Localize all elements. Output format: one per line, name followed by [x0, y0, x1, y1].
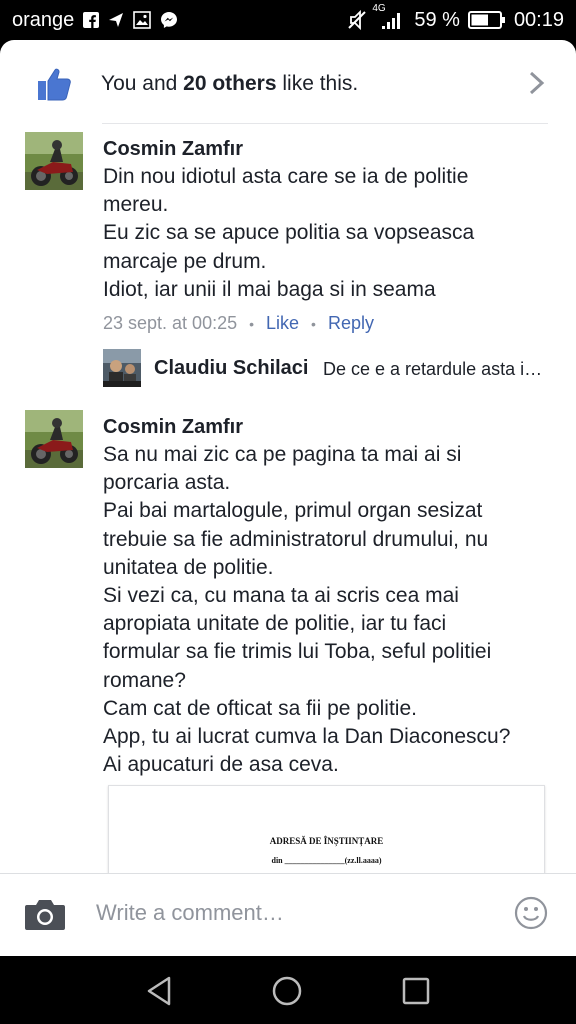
- battery-icon: [467, 10, 506, 30]
- navigation-bar: [0, 956, 576, 1024]
- comment-author[interactable]: Cosmin Zamfır: [103, 416, 243, 439]
- reply-preview[interactable]: Claudiu Schilaci De ce e a retardule ast…: [103, 349, 553, 389]
- camera-icon[interactable]: [24, 896, 66, 937]
- mute-icon: [346, 9, 368, 31]
- battery-percent: 59 %: [414, 8, 460, 31]
- likes-text: You and 20 others like this.: [101, 72, 359, 95]
- comment-body: Din nou idiotul asta care se ia de polit…: [103, 165, 475, 301]
- like-button[interactable]: Like: [266, 313, 299, 334]
- comment-input[interactable]: Write a comment…: [96, 900, 284, 926]
- comment-meta: 23 sept. at 00:25 • Like • Reply: [103, 313, 374, 334]
- divider: [102, 123, 548, 124]
- clock: 00:19: [513, 8, 564, 31]
- comment-body: Sa nu mai zic ca pe pagina ta mai ai si …: [103, 443, 511, 777]
- home-icon[interactable]: [270, 974, 304, 1013]
- separator-dot: •: [249, 315, 255, 332]
- document-attachment[interactable]: ADRESĂ DE ÎNȘTIINȚARE din ______________…: [108, 785, 545, 885]
- likes-summary-row[interactable]: You and 20 others like this.: [0, 40, 576, 124]
- avatar[interactable]: [25, 410, 83, 468]
- chevron-right-icon[interactable]: [526, 70, 548, 101]
- recents-icon[interactable]: [399, 974, 433, 1013]
- reply-snippet: De ce e a retardule asta i…: [323, 359, 543, 379]
- avatar[interactable]: [25, 132, 83, 190]
- comment-timestamp: 23 sept. at 00:25: [103, 313, 238, 333]
- emoji-icon[interactable]: [514, 896, 548, 935]
- document-title: ADRESĂ DE ÎNȘTIINȚARE: [269, 836, 384, 846]
- gallery-icon: [133, 11, 152, 29]
- network-label: 4G: [372, 3, 386, 14]
- thumbs-up-icon: [36, 66, 72, 107]
- reply-author[interactable]: Claudiu Schilaci: [154, 357, 308, 380]
- send-icon: [108, 12, 124, 28]
- reply-button[interactable]: Reply: [328, 313, 374, 334]
- comments-sheet: You and 20 others like this. Cosmin Zamf…: [0, 40, 576, 956]
- document-date-line: din _______________(zz.ll.aaaa): [271, 856, 382, 865]
- carrier-label: orange: [12, 8, 75, 31]
- status-bar: orange 4G 59 % 00:19: [0, 0, 576, 40]
- back-icon[interactable]: [143, 974, 177, 1013]
- avatar: [103, 349, 141, 387]
- signal-icon: 4G: [372, 3, 406, 31]
- facebook-icon: [83, 12, 100, 28]
- messenger-icon: [160, 11, 178, 29]
- comment-composer: Write a comment…: [0, 873, 576, 956]
- likes-count: 20 others: [183, 72, 277, 95]
- separator-dot: •: [311, 315, 316, 332]
- comment-author[interactable]: Cosmin Zamfır: [103, 138, 243, 161]
